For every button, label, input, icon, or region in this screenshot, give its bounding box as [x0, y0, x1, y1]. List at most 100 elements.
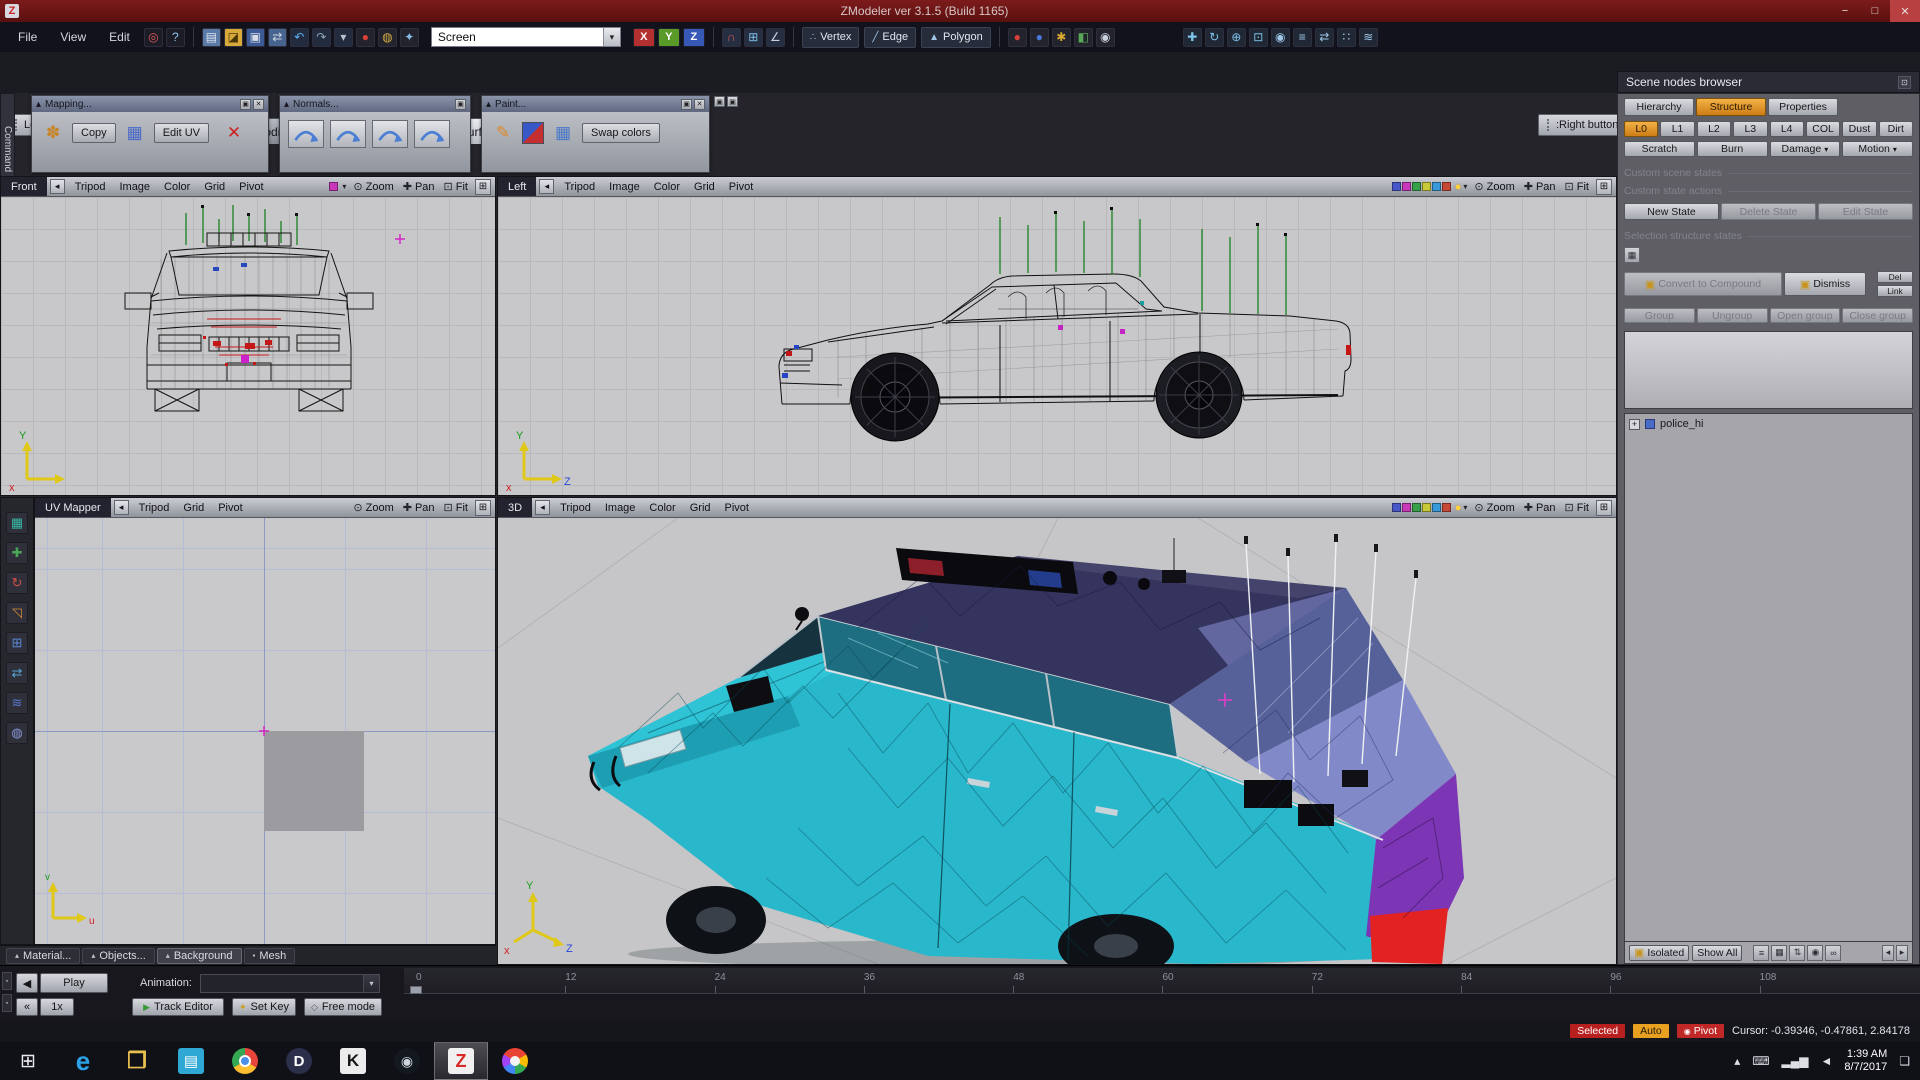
pivot-indicator[interactable]: ◉ Pivot: [1677, 1024, 1724, 1038]
viewport-menu[interactable]: Pivot: [722, 181, 760, 193]
right-button-chip[interactable]: :Right button: [1538, 114, 1627, 136]
toolbar-icon[interactable]: ≋: [1359, 28, 1378, 47]
toolbar-icon[interactable]: ▣: [246, 28, 265, 47]
axis-toggle[interactable]: Z: [683, 28, 705, 47]
lod-button[interactable]: Dirt: [1879, 121, 1913, 137]
viewport-menu[interactable]: Tripod: [68, 181, 113, 193]
scene-browser-titlebar[interactable]: Scene nodes browser ⊡: [1617, 71, 1920, 93]
viewport-menu[interactable]: Image: [598, 502, 643, 514]
left-viewport-canvas[interactable]: Y Z x: [498, 197, 1616, 495]
dock-icon[interactable]: ▣: [681, 99, 692, 110]
color-swap-swatch-icon[interactable]: [522, 122, 544, 144]
auto-indicator[interactable]: Auto: [1633, 1024, 1669, 1038]
toolbar-icon[interactable]: ≡: [1293, 28, 1312, 47]
lod-button[interactable]: COL: [1806, 121, 1840, 137]
dock-tab[interactable]: ▴ Objects...: [82, 948, 154, 964]
track-editor-button[interactable]: ▶ Track Editor: [132, 998, 224, 1016]
brush-icon[interactable]: ✎: [490, 120, 516, 146]
viewport-tool[interactable]: ⊡Fit: [441, 180, 471, 193]
tray-icon[interactable]: ⌨: [1752, 1054, 1769, 1068]
viewport-menu[interactable]: Grid: [683, 502, 718, 514]
taskbar-edge[interactable]: e: [56, 1042, 110, 1080]
titlebar[interactable]: Z ZModeler ver 3.1.5 (Build 1165) − □ ✕: [0, 0, 1920, 22]
viewport-menu[interactable]: Grid: [176, 502, 211, 514]
shading-mode-icon[interactable]: [1432, 182, 1441, 191]
viewport-tool[interactable]: ✚Pan: [1521, 501, 1559, 514]
toolbar-icon[interactable]: ✚: [1183, 28, 1202, 47]
selected-indicator[interactable]: Selected: [1570, 1024, 1625, 1038]
uv-tool-icon[interactable]: ◹: [6, 602, 28, 624]
taskbar-clock[interactable]: 1:39 AM 8/7/2017: [1844, 1048, 1887, 1074]
speed-button[interactable]: 1x: [40, 998, 74, 1016]
timeline-dock-icon[interactable]: ▪: [2, 994, 12, 1012]
dock-tab[interactable]: ▴ Material...: [6, 948, 80, 964]
scene-browser-tab[interactable]: Structure: [1696, 98, 1766, 116]
viewport-tool[interactable]: ⊙Zoom: [350, 180, 396, 193]
shading-mode-icon[interactable]: [1422, 182, 1431, 191]
render-mode-icon[interactable]: [329, 182, 338, 191]
set-key-button[interactable]: ✦ Set Key: [232, 998, 296, 1016]
taskbar-k-app[interactable]: K: [326, 1042, 380, 1080]
toolbar-icon[interactable]: ⇄: [1315, 28, 1334, 47]
lod-button[interactable]: L1: [1660, 121, 1694, 137]
menu-item[interactable]: View: [50, 27, 96, 47]
convert-to-compound-button[interactable]: ▣ Convert to Compound: [1624, 272, 1782, 296]
uv-tool-icon[interactable]: ✚: [6, 542, 28, 564]
prev-frame-button[interactable]: ◀: [16, 973, 38, 993]
toolbar-icon[interactable]: ↻: [1205, 28, 1224, 47]
lod-button[interactable]: L0: [1624, 121, 1658, 137]
toolbar-icon[interactable]: ∠: [766, 28, 785, 47]
timeline-dock-icon[interactable]: ▪: [2, 972, 12, 990]
show-all-button[interactable]: Show All: [1692, 945, 1742, 961]
viewport-menu[interactable]: Tripod: [557, 181, 602, 193]
viewport-tool[interactable]: ⊡Fit: [1562, 501, 1592, 514]
viewport-menu[interactable]: Grid: [197, 181, 232, 193]
toolbar-icon[interactable]: ◉: [1271, 28, 1290, 47]
toolbar-icon[interactable]: ◍: [378, 28, 397, 47]
view-toggle-icon[interactable]: ⇅: [1789, 945, 1805, 961]
close-icon[interactable]: ✕: [694, 99, 705, 110]
axis-toggle[interactable]: X: [633, 28, 655, 47]
maximize-button[interactable]: □: [1860, 0, 1890, 22]
toolbar-icon[interactable]: ⊞: [744, 28, 763, 47]
scene-node-row[interactable]: + police_hi: [1629, 418, 1908, 430]
collapse-icon[interactable]: ◂: [535, 500, 550, 515]
group-button[interactable]: Close group: [1842, 308, 1913, 323]
toolbar-icon[interactable]: ∷: [1337, 28, 1356, 47]
collapse-icon[interactable]: ▴: [284, 99, 289, 110]
viewport-menu[interactable]: Image: [112, 181, 157, 193]
grid-toggle-icon[interactable]: ⊞: [475, 500, 491, 516]
taskbar-store[interactable]: ▤: [164, 1042, 218, 1080]
group-button[interactable]: Open group: [1770, 308, 1841, 323]
taskbar-steam[interactable]: ◉: [380, 1042, 434, 1080]
collapse-icon[interactable]: ▴: [486, 99, 491, 110]
toolbar-icon[interactable]: ∩: [722, 28, 741, 47]
uv-tool-icon[interactable]: ≋: [6, 692, 28, 714]
uv-tool-icon[interactable]: ⊞: [6, 632, 28, 654]
edit-uv-button[interactable]: Edit UV: [154, 123, 209, 143]
view-toggle-icon[interactable]: ◉: [1807, 945, 1823, 961]
shading-mode-icon[interactable]: [1422, 503, 1431, 512]
tray-icon[interactable]: ▴: [1734, 1054, 1740, 1068]
grid-toggle-icon[interactable]: ⊞: [1596, 500, 1612, 516]
taskbar-file-explorer[interactable]: ❒: [110, 1042, 164, 1080]
shading-mode-icon[interactable]: [1442, 503, 1451, 512]
dock-icon[interactable]: ⊡: [1898, 76, 1911, 89]
dock-tab[interactable]: ▴ Background: [157, 948, 242, 964]
close-button[interactable]: ✕: [1890, 0, 1920, 22]
toolbar-icon[interactable]: ◧: [1074, 28, 1093, 47]
selection-mode-button[interactable]: ∴ Vertex: [802, 27, 860, 48]
viewport-tool[interactable]: ⊡Fit: [1562, 180, 1592, 193]
taskbar-discord[interactable]: D: [272, 1042, 326, 1080]
menu-item[interactable]: Edit: [99, 27, 140, 47]
toolbar-icon[interactable]: ●: [356, 28, 375, 47]
rewind-button[interactable]: «: [16, 998, 38, 1016]
mapping-panel-titlebar[interactable]: ▴ Mapping... ▣✕: [32, 96, 268, 112]
state-button[interactable]: Burn: [1697, 141, 1768, 157]
dock-tab[interactable]: ▪ Mesh: [244, 948, 296, 964]
scroll-arrow-icon[interactable]: ▸: [1896, 945, 1908, 961]
scene-browser-tab[interactable]: Properties: [1768, 98, 1838, 116]
toolbar-icon[interactable]: ▾: [334, 28, 353, 47]
state-action-button[interactable]: Delete State: [1721, 203, 1816, 220]
scene-browser-tab[interactable]: Hierarchy: [1624, 98, 1694, 116]
